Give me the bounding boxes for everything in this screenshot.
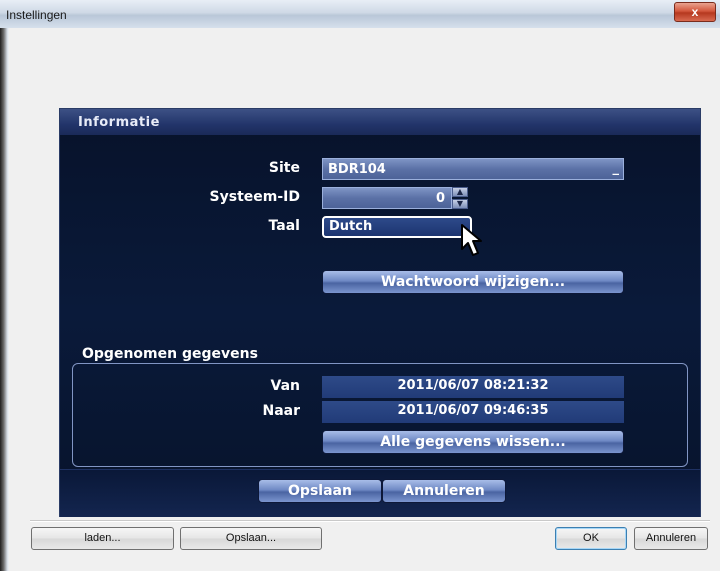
window-left-edge: [0, 28, 9, 571]
save-to-file-button[interactable]: Opslaan...: [180, 527, 322, 550]
system-id-value: 0: [435, 191, 445, 206]
spin-up-icon[interactable]: ▲: [452, 187, 468, 197]
system-id-input[interactable]: 0: [322, 187, 452, 209]
language-select[interactable]: Dutch: [322, 216, 472, 238]
window-title: Instellingen: [6, 8, 67, 22]
spin-down-icon[interactable]: ▼: [452, 199, 468, 209]
wipe-all-data-button[interactable]: Alle gegevens wissen...: [322, 430, 624, 454]
information-panel: Informatie Site BDR104 _ Systeem-ID 0 ▲ …: [59, 108, 701, 517]
system-id-label: Systeem-ID: [209, 189, 300, 205]
to-value: 2011/06/07 09:46:35: [322, 401, 624, 423]
footer-separator: [30, 520, 710, 522]
site-input-cursor: _: [612, 161, 620, 176]
window-titlebar: Instellingen x: [0, 0, 720, 29]
to-label: Naar: [262, 403, 300, 419]
mouse-pointer-icon: [461, 224, 482, 256]
close-icon: x: [691, 5, 699, 19]
language-value: Dutch: [329, 219, 373, 234]
system-id-spinner[interactable]: ▲ ▼: [452, 187, 468, 209]
recorded-data-title: Opgenomen gegevens: [82, 346, 258, 362]
panel-title: Informatie: [78, 115, 160, 130]
site-label: Site: [268, 160, 300, 176]
panel-cancel-button[interactable]: Annuleren: [382, 479, 506, 503]
site-value: BDR104: [328, 162, 386, 177]
cancel-button[interactable]: Annuleren: [634, 527, 708, 550]
load-button[interactable]: laden...: [31, 527, 174, 550]
from-value: 2011/06/07 08:21:32: [322, 376, 624, 398]
ok-button[interactable]: OK: [555, 527, 627, 550]
site-input[interactable]: BDR104 _: [322, 158, 624, 180]
change-password-button[interactable]: Wachtwoord wijzigen...: [322, 270, 624, 294]
panel-save-button[interactable]: Opslaan: [258, 479, 382, 503]
language-label: Taal: [268, 218, 300, 234]
from-label: Van: [270, 378, 300, 394]
dialog-client-area: Informatie Site BDR104 _ Systeem-ID 0 ▲ …: [9, 28, 720, 571]
close-button[interactable]: x: [674, 2, 716, 22]
panel-header: Informatie: [60, 109, 700, 135]
